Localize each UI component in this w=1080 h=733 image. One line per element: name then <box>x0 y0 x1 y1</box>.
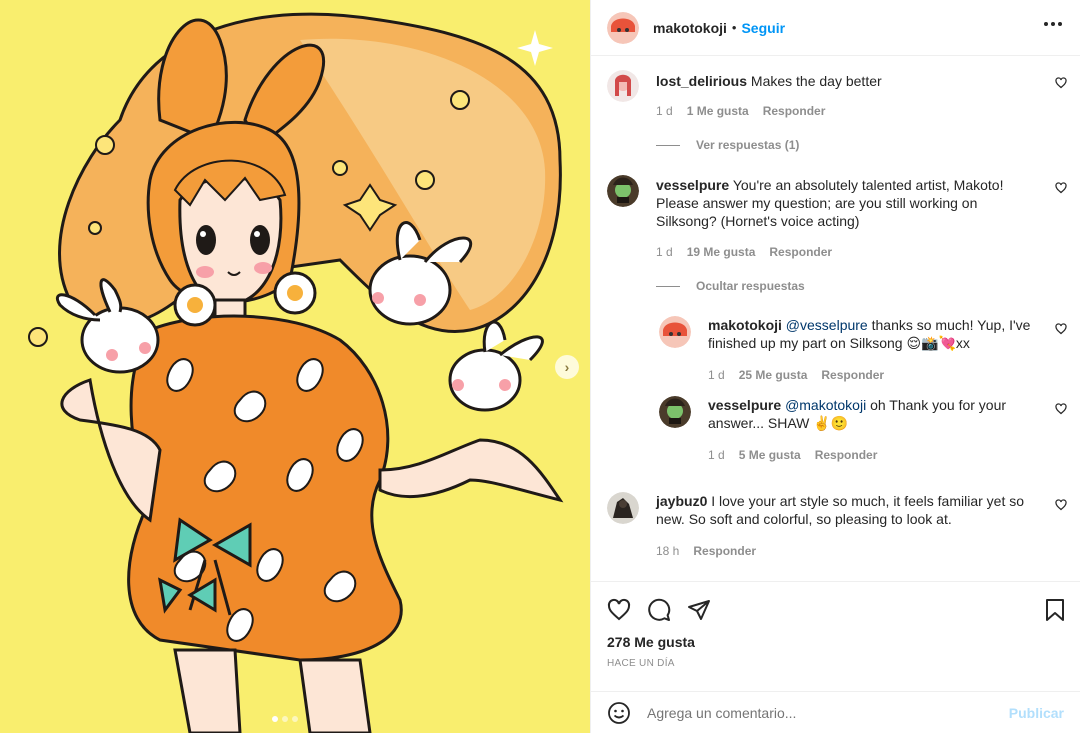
bookmark-icon[interactable] <box>1044 598 1066 625</box>
comment-username[interactable]: jaybuz0 <box>656 493 707 509</box>
comment-username[interactable]: lost_delirious <box>656 73 747 89</box>
illustration-bunny-girl <box>28 12 564 733</box>
post-header: makotokoji • Seguir <box>591 0 1080 56</box>
share-icon[interactable] <box>679 590 719 630</box>
comment-body: lost_delirious Makes the day better <box>656 72 1031 90</box>
carousel-dot <box>272 716 278 722</box>
hide-replies-label: Ocultar respuestas <box>696 279 805 293</box>
comment-likes[interactable]: 1 Me gusta <box>687 104 749 118</box>
comment-meta: 18 h Responder <box>656 544 756 558</box>
comment-username[interactable]: vesselpure <box>708 397 781 413</box>
like-heart-icon[interactable] <box>599 590 639 630</box>
more-horizontal-icon[interactable] <box>1044 22 1062 26</box>
comment-body: vesselpure You're an absolutely talented… <box>656 176 1031 230</box>
post-image[interactable]: › <box>0 0 590 733</box>
emoji-icon[interactable] <box>607 701 631 725</box>
comment-age: 1 d <box>708 368 725 382</box>
like-comment-heart-icon[interactable] <box>1055 76 1067 89</box>
comment-age: 18 h <box>656 544 680 558</box>
comment-meta: 1 d 1 Me gusta Responder <box>656 104 825 118</box>
commenter-avatar[interactable] <box>659 316 691 348</box>
carousel-dots <box>272 716 298 722</box>
comment-likes[interactable]: 5 Me gusta <box>739 448 801 462</box>
comments-list: lost_delirious Makes the day better 1 d … <box>591 56 1080 581</box>
comment-mention[interactable]: @vesselpure <box>786 317 868 333</box>
hide-replies-toggle[interactable]: Ocultar respuestas <box>656 279 805 293</box>
comment-username[interactable]: makotokoji <box>708 317 782 333</box>
reply-button[interactable]: Responder <box>763 104 826 118</box>
comment-age: 1 d <box>708 448 725 462</box>
add-comment-bar: Publicar <box>591 691 1080 733</box>
follow-button[interactable]: Seguir <box>741 20 785 36</box>
commenter-avatar[interactable] <box>607 492 639 524</box>
publish-button[interactable]: Publicar <box>1009 705 1064 721</box>
comment-input[interactable] <box>647 704 1009 721</box>
post-actions: 278 Me gusta HACE UN DÍA <box>591 581 1080 677</box>
comment-meta: 1 d 25 Me gusta Responder <box>708 368 884 382</box>
post-likes-count[interactable]: 278 Me gusta <box>607 634 695 650</box>
view-replies-label: Ver respuestas (1) <box>696 138 800 152</box>
comment-icon[interactable] <box>639 590 679 630</box>
like-comment-heart-icon[interactable] <box>1055 322 1067 335</box>
post-sidebar: makotokoji • Seguir lost_delirious Makes… <box>590 0 1080 733</box>
comment-mention[interactable]: @makotokoji <box>785 397 866 413</box>
author-username[interactable]: makotokoji <box>653 20 727 36</box>
comment-body: jaybuz0 I love your art style so much, i… <box>656 492 1031 528</box>
comment-text: I love your art style so much, it feels … <box>656 493 1025 527</box>
comment-likes[interactable]: 19 Me gusta <box>687 245 756 259</box>
like-comment-heart-icon[interactable] <box>1055 402 1067 415</box>
reply-button[interactable]: Responder <box>769 245 832 259</box>
comment-meta: 1 d 5 Me gusta Responder <box>708 448 877 462</box>
comment-age: 1 d <box>656 245 673 259</box>
comment-likes[interactable]: 25 Me gusta <box>739 368 808 382</box>
carousel-dot <box>282 716 288 722</box>
reply-button[interactable]: Responder <box>693 544 756 558</box>
comment-body: vesselpure @makotokoji oh Thank you for … <box>708 396 1031 432</box>
like-comment-heart-icon[interactable] <box>1055 498 1067 511</box>
commenter-avatar[interactable] <box>607 70 639 102</box>
author-avatar[interactable] <box>607 11 639 44</box>
view-replies-toggle[interactable]: Ver respuestas (1) <box>656 138 799 152</box>
comment-text: Makes the day better <box>750 73 882 89</box>
next-image-chevron-right-icon[interactable]: › <box>555 355 579 379</box>
comment-meta: 1 d 19 Me gusta Responder <box>656 245 832 259</box>
like-comment-heart-icon[interactable] <box>1055 181 1067 194</box>
commenter-avatar[interactable] <box>659 396 691 428</box>
reply-button[interactable]: Responder <box>815 448 878 462</box>
post-timestamp: HACE UN DÍA <box>607 658 675 669</box>
reply-button[interactable]: Responder <box>821 368 884 382</box>
post-viewer: › makotokoji • Seguir lost_delirious Mak… <box>0 0 1080 733</box>
comment-age: 1 d <box>656 104 673 118</box>
commenter-avatar[interactable] <box>607 175 639 207</box>
carousel-dot <box>292 716 298 722</box>
comment-body: makotokoji @vesselpure thanks so much! Y… <box>708 316 1031 352</box>
header-separator: • <box>731 20 737 35</box>
comment-username[interactable]: vesselpure <box>656 177 729 193</box>
